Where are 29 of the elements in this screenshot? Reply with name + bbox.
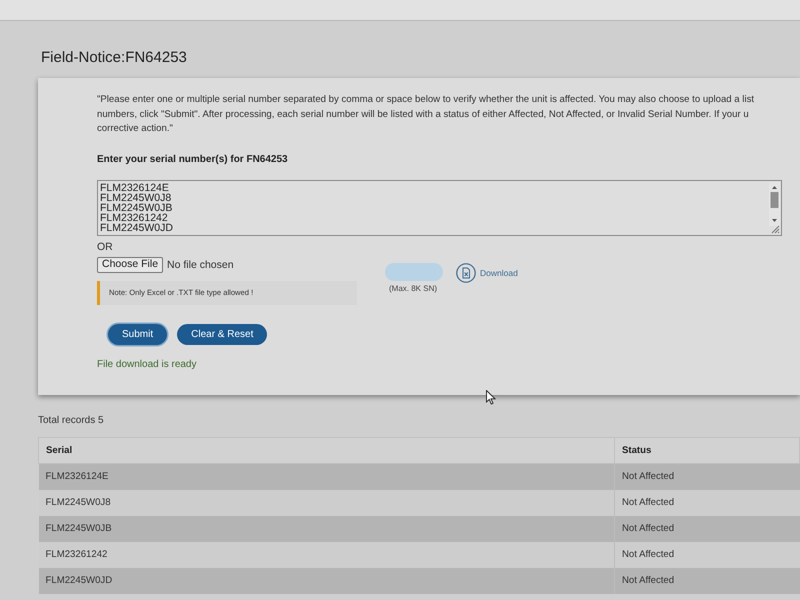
max-hint: (Max. 8K SN): [389, 284, 438, 294]
serial-textarea[interactable]: FLM2326124E FLM2245W0J8 FLM2245W0JB FLM23261242 FLM2245W0JD: [97, 180, 782, 236]
or-label: OR: [97, 240, 114, 252]
column-header: Serial: [38, 438, 614, 464]
status-message: File download is ready: [97, 358, 198, 370]
total-records-text: Total records 5: [38, 415, 105, 427]
page-title: Field-Notice:FN64253: [41, 48, 188, 68]
mouse-pointer-icon: [486, 390, 496, 405]
table-cell: Not Affected: [614, 464, 800, 490]
scrollbar[interactable]: [769, 182, 780, 226]
resize-grip-icon[interactable]: [771, 224, 780, 234]
table-cell: FLM2245W0JB: [38, 516, 614, 542]
table-cell: FLM2245W0J8: [38, 490, 614, 516]
table-cell: Not Affected: [614, 490, 800, 516]
instructions-text: "Please enter one or multiple serial number separated by comma or space below to verify whether the unit is affected. You may also choose to upload a list numbers, click "Submit". After processing, each serial number will be listed with a status of either Affected, Not Affected, or Invalid Serial Number. If your u corrective action.": [97, 93, 756, 136]
download-link[interactable]: Download: [480, 268, 518, 278]
action-button[interactable]: Clear & Reset: [177, 324, 268, 344]
document-icon[interactable]: [456, 262, 476, 282]
table-cell: Not Affected: [614, 568, 800, 594]
serial-label: Enter your serial number(s) for FN64253: [97, 152, 289, 166]
table-cell: Not Affected: [614, 542, 800, 568]
column-header: Status: [614, 438, 800, 464]
action-button[interactable]: Submit: [108, 324, 168, 344]
table-cell: Not Affected: [614, 516, 800, 542]
choose-file-button[interactable]: Choose File: [97, 256, 164, 272]
table-cell: FLM23261242: [38, 542, 614, 568]
table-cell: FLM2326124E: [38, 464, 614, 490]
table-cell: FLM2245W0JD: [38, 568, 614, 594]
file-status-text: No file chosen: [167, 258, 234, 270]
